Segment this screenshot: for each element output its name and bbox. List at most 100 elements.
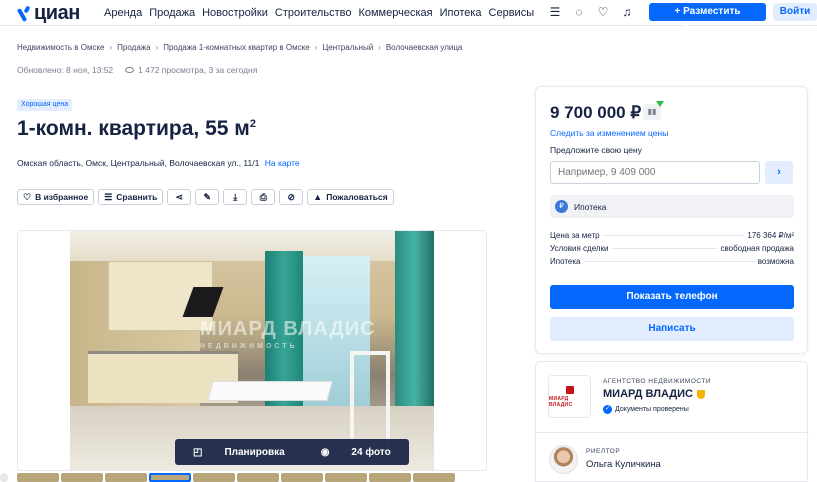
- gallery-prev-arrow[interactable]: [0, 473, 8, 482]
- listing-meta: Обновлено: 8 ноя, 13:52 1 472 просмотра,…: [17, 65, 257, 75]
- share-icon: ⋖: [175, 191, 184, 202]
- thumbnail[interactable]: [193, 473, 235, 482]
- complain-button[interactable]: ▲ Пожаловаться: [307, 189, 394, 205]
- detail-value: возможна: [757, 257, 794, 266]
- hide-listing-button[interactable]: ⊘: [279, 189, 304, 205]
- nav-item-rent[interactable]: Аренда: [104, 7, 142, 19]
- nav-item-construction[interactable]: Строительство: [275, 7, 352, 19]
- nav-item-mortgage[interactable]: Ипотека: [440, 7, 482, 19]
- thumbnail[interactable]: [105, 473, 147, 482]
- detail-value: свободная продажа: [720, 244, 794, 253]
- share-button[interactable]: ⋖: [167, 189, 192, 205]
- photo-ceiling: [70, 231, 434, 261]
- nav-item-new-buildings[interactable]: Новостройки: [202, 7, 268, 19]
- thumbnail[interactable]: [413, 473, 455, 482]
- eye-off-icon: ⊘: [287, 191, 296, 202]
- breadcrumb-item[interactable]: Волочаевская улица: [386, 43, 463, 52]
- photos-count-button[interactable]: ◉ 24 фото: [303, 447, 409, 458]
- detail-row: Условия сделки свободная продажа: [550, 244, 794, 257]
- address-text: Омская область, Омск, Центральный, Волоч…: [17, 158, 260, 168]
- price-history-chart-icon[interactable]: ▮▮: [643, 101, 664, 120]
- nav-item-services[interactable]: Сервисы: [489, 7, 535, 19]
- download-button[interactable]: ⤓: [223, 189, 248, 205]
- photo-chair: [350, 351, 390, 451]
- avatar[interactable]: [549, 445, 578, 474]
- chevron-right-icon: ›: [777, 166, 781, 178]
- logo-mark-icon: [17, 6, 31, 22]
- breadcrumb-chevron-icon: ›: [109, 43, 113, 52]
- detail-value: 176 364 ₽/м²: [747, 231, 794, 240]
- agency-name-link[interactable]: МИАРД ВЛАДИС: [603, 388, 705, 400]
- cian-logo[interactable]: циан: [17, 2, 80, 25]
- compare-list-icon[interactable]: ☰: [548, 5, 562, 19]
- floor-plan-icon: ◰: [193, 446, 203, 458]
- mortgage-button[interactable]: ₽ Ипотека: [550, 195, 794, 218]
- documents-verified: ✓ Документы проверены: [603, 405, 689, 414]
- views-count[interactable]: 1 472 просмотра, 3 за сегодня: [138, 65, 257, 75]
- detail-label: Ипотека: [550, 257, 581, 266]
- main-photo[interactable]: МИАРД ВЛАДИС НЕДВИЖИМОСТЬ: [70, 231, 434, 470]
- gallery-thumbnails: [17, 473, 455, 482]
- documents-verified-label: Документы проверены: [615, 406, 689, 413]
- on-map-link[interactable]: На карте: [265, 158, 300, 168]
- breadcrumb-item[interactable]: Продажа: [117, 43, 150, 52]
- realtor-name[interactable]: Ольга Куличкина: [586, 459, 661, 470]
- offer-price-input[interactable]: [550, 161, 760, 184]
- agency-logo[interactable]: МИАРД ВЛАДИС: [548, 375, 591, 418]
- favorites-label: В избранное: [35, 192, 89, 202]
- detail-row: Цена за метр 176 364 ₽/м²: [550, 231, 794, 244]
- listing-address: Омская область, Омск, Центральный, Волоч…: [17, 158, 300, 168]
- thumbnail[interactable]: [325, 473, 367, 482]
- login-button[interactable]: Войти: [773, 3, 817, 21]
- print-button[interactable]: ⎙: [251, 189, 276, 205]
- photo-gallery[interactable]: МИАРД ВЛАДИС НЕДВИЖИМОСТЬ ◰ Планировка ◉ 2…: [17, 230, 487, 471]
- show-phone-button[interactable]: Показать телефон: [550, 285, 794, 309]
- write-message-button[interactable]: Написать: [550, 317, 794, 341]
- thumbnail[interactable]: [17, 473, 59, 482]
- photos-count-label: 24 фото: [351, 446, 391, 458]
- breadcrumb-item[interactable]: Продажа 1-комнатных квартир в Омске: [163, 43, 309, 52]
- follow-price-link[interactable]: Следить за изменением цены: [550, 128, 668, 138]
- detail-label: Цена за метр: [550, 231, 600, 240]
- compare-icon: ☰: [104, 191, 113, 202]
- title-text: 1-комн. квартира, 55 м: [17, 117, 250, 140]
- thumbnail[interactable]: [237, 473, 279, 482]
- agency-logo-text: МИАРД ВЛАДИС: [549, 395, 573, 408]
- agency-name: МИАРД ВЛАДИС: [603, 388, 693, 400]
- nav-item-commercial[interactable]: Коммерческая: [358, 7, 432, 19]
- breadcrumb-item[interactable]: Центральный: [322, 43, 373, 52]
- mortgage-bank-icon: ₽: [555, 200, 568, 213]
- breadcrumb-item[interactable]: Недвижимость в Омске: [17, 43, 105, 52]
- thumbnail[interactable]: [369, 473, 411, 482]
- offer-submit-button[interactable]: ›: [765, 161, 793, 184]
- breadcrumb-chevron-icon: ›: [314, 43, 318, 52]
- detail-row: Ипотека возможна: [550, 257, 794, 270]
- heart-icon: ♡: [23, 191, 32, 202]
- add-to-favorites-button[interactable]: ♡ В избранное: [17, 189, 95, 205]
- price-value: 9 700 000 ₽: [550, 103, 642, 122]
- post-ad-button[interactable]: + Разместить объявление: [649, 3, 766, 35]
- breadcrumb: Недвижимость в Омске › Продажа › Продажа…: [17, 43, 462, 52]
- price-details: Цена за метр 176 364 ₽/м² Условия сделки с…: [550, 231, 794, 270]
- main-nav: Аренда Продажа Новостройки Строительство…: [104, 7, 541, 19]
- realtor-type: РИЕЛТОР: [586, 448, 621, 455]
- nav-item-sale[interactable]: Продажа: [149, 7, 195, 19]
- thumbnail-active[interactable]: [149, 473, 191, 482]
- thumbnail[interactable]: [61, 473, 103, 482]
- photo-watermark: МИАРД ВЛАДИС НЕДВИЖИМОСТЬ: [200, 318, 376, 355]
- offer-price-label: Предложите свою цену: [550, 145, 642, 155]
- favorites-heart-icon[interactable]: ♡: [596, 5, 610, 19]
- chat-icon[interactable]: ◌: [572, 5, 586, 19]
- thumbnail[interactable]: [281, 473, 323, 482]
- add-note-button[interactable]: ✎: [195, 189, 220, 205]
- floor-plan-button[interactable]: ◰ Планировка: [175, 447, 303, 458]
- detail-label: Условия сделки: [550, 244, 609, 253]
- warning-icon: ▲: [313, 192, 323, 202]
- camera-icon: ◉: [320, 446, 330, 458]
- download-icon: ⤓: [233, 191, 238, 202]
- compare-button[interactable]: ☰ Сравнить: [98, 189, 164, 205]
- compare-label: Сравнить: [116, 192, 158, 202]
- watermark-text: МИАРД ВЛАДИС: [200, 318, 376, 340]
- notifications-bell-icon[interactable]: ♫: [620, 5, 634, 19]
- price-card: 9 700 000 ₽ ▮▮ Следить за изменением цен…: [535, 86, 808, 354]
